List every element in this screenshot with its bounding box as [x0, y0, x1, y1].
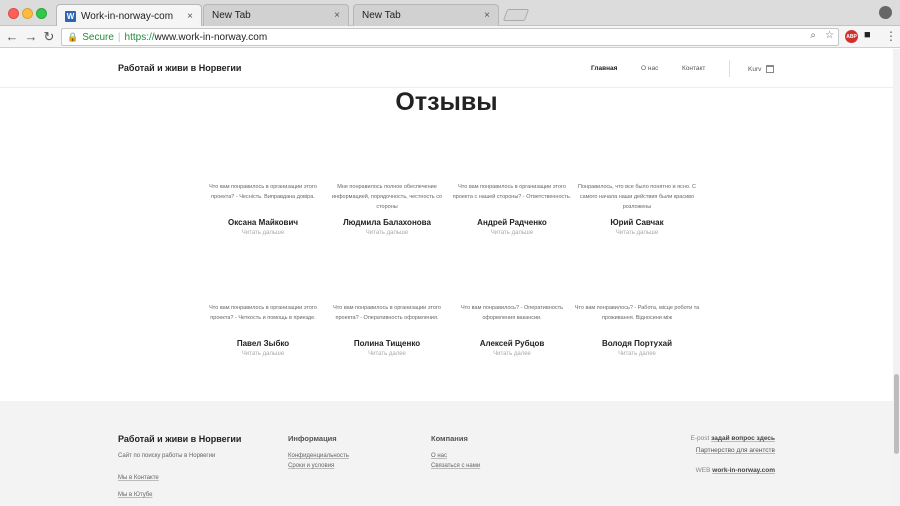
close-tab-icon[interactable]: × — [480, 10, 494, 21]
ask-question-link[interactable]: задай вопрос здесь — [711, 435, 775, 442]
close-tab-icon[interactable]: × — [183, 11, 197, 22]
review-quote: Что вам понравилось в организации этого … — [452, 184, 572, 200]
footer-brand: Работай и живи в Норвегии — [118, 434, 242, 444]
partner-link[interactable]: Партнерство для агентств — [696, 447, 775, 454]
favicon-icon: W — [65, 10, 76, 22]
secure-label: Secure — [82, 31, 114, 43]
page-scrollbar[interactable] — [893, 49, 900, 506]
site-header: Работай и живи в Норвегии Главная О нас … — [0, 49, 893, 88]
review-card: Что вам понравилось в организации этого … — [200, 303, 326, 357]
cart-label: Kurv — [748, 65, 762, 73]
url-scheme: https:// — [124, 31, 155, 43]
url-host: www.work-in-norway.com — [154, 31, 268, 43]
web-link[interactable]: work-in-norway.com — [712, 467, 775, 474]
url-separator: | — [117, 31, 121, 43]
cart-link[interactable]: Kurv — [748, 65, 775, 73]
address-bar[interactable]: 🔒 Secure | https:// www.work-in-norway.c… — [61, 28, 839, 46]
review-quote: Что вам понравилось в организации этого … — [209, 184, 317, 200]
site-footer: Работай и живи в Норвегии Сайт по поиску… — [0, 401, 893, 506]
profile-icon[interactable] — [879, 6, 892, 19]
review-author: Юрий Савчак — [610, 218, 664, 227]
review-card: Что вам понравилось? - Работа, місце роб… — [574, 303, 700, 357]
footer-link-terms[interactable]: Сроки и условия — [288, 463, 334, 469]
tab-label: Work-in-norway-com — [81, 10, 174, 22]
adblock-icon[interactable]: ABP — [845, 30, 858, 43]
read-more-link[interactable]: Читать дальше — [574, 230, 700, 236]
read-more-link[interactable]: Читать дальше — [324, 230, 450, 236]
bookmark-star-icon[interactable]: ☆ — [825, 30, 834, 41]
close-window-button[interactable] — [8, 8, 19, 19]
nav-divider — [729, 60, 730, 77]
review-card: Что вам понравилось в организации этого … — [200, 182, 326, 236]
new-tab-button[interactable] — [502, 9, 530, 21]
review-card: Что вам понравилось в организации этого … — [449, 182, 575, 236]
read-more-link[interactable]: Читать далее — [324, 351, 450, 357]
review-card: Что вам понравилось в организации этого … — [324, 303, 450, 357]
read-more-link[interactable]: Читать дальше — [449, 230, 575, 236]
web-page: Работай и живи в Норвегии Главная О нас … — [0, 49, 893, 506]
minimize-window-button[interactable] — [22, 8, 33, 19]
tab-new-tab-2[interactable]: New Tab × — [353, 4, 499, 26]
reviews-title: Отзывы — [395, 88, 498, 116]
reload-icon[interactable]: ↻ — [42, 29, 56, 45]
epost-label: E-post — [690, 435, 710, 442]
tab-new-tab-1[interactable]: New Tab × — [203, 4, 349, 26]
forward-arrow-icon[interactable]: → — [24, 29, 38, 45]
nav-contact[interactable]: Контакт — [682, 65, 705, 72]
cart-bag-icon — [766, 65, 775, 73]
footer-partner: Партнерство для агентств — [696, 447, 775, 454]
review-author: Алексей Рубцов — [479, 339, 545, 348]
review-quote: Что вам понравилось в организации этого … — [333, 305, 441, 321]
review-card: Понравилось, что все было понятно и ясно… — [574, 182, 700, 236]
review-quote: Понравилось, что все было понятно и ясно… — [578, 184, 696, 210]
review-author: Полина Тищенко — [353, 339, 421, 348]
footer-link-privacy[interactable]: Конфиденциальность — [288, 453, 349, 459]
review-quote: Что вам понравилось? - Работа, місце роб… — [574, 305, 700, 321]
footer-web: WEB work-in-norway.com — [696, 467, 775, 474]
tab-work-in-norway[interactable]: W Work-in-norway-com × — [56, 4, 202, 27]
footer-epost: E-post задай вопрос здесь — [691, 435, 776, 442]
read-more-link[interactable]: Читать далее — [449, 351, 575, 357]
footer-info-heading: Информация — [288, 434, 337, 443]
close-tab-icon[interactable]: × — [330, 10, 344, 21]
review-author: Володя Портухай — [601, 339, 673, 348]
browser-menu-icon[interactable]: ⋮ — [885, 29, 897, 43]
review-quote: Что вам понравилось в организации этого … — [209, 305, 317, 321]
footer-link-about[interactable]: О нас — [431, 453, 447, 459]
nav-home[interactable]: Главная — [591, 65, 617, 72]
footer-company-heading: Компания — [431, 434, 468, 443]
footer-link-contact[interactable]: Связаться с нами — [431, 463, 480, 469]
footer-link-youtube[interactable]: Мы в Ютубе — [118, 492, 152, 498]
review-quote: Мне понравилось полное обеспечение инфор… — [331, 184, 443, 210]
scrollbar-thumb[interactable] — [894, 374, 899, 454]
browser-toolbar: ← → ↻ 🔒 Secure | https:// www.work-in-no… — [0, 26, 900, 48]
maximize-window-button[interactable] — [36, 8, 47, 19]
review-author: Андрей Радченко — [477, 218, 547, 227]
footer-description: Сайт по поиску работы в Норвегии — [118, 453, 216, 459]
video-camera-icon[interactable]: ■ — [864, 29, 871, 41]
web-label: WEB — [695, 467, 711, 474]
browser-tabbar: W Work-in-norway-com × New Tab × New Tab… — [0, 0, 900, 27]
review-author: Людмила Балахонова — [343, 218, 431, 227]
read-more-link[interactable]: Читать дальше — [200, 230, 326, 236]
review-card: Мне понравилось полное обеспечение инфор… — [324, 182, 450, 236]
zoom-icon[interactable]: ⌕ — [810, 30, 816, 41]
nav-about[interactable]: О нас — [641, 65, 658, 72]
review-author: Павел Зыбко — [236, 339, 290, 348]
read-more-link[interactable]: Читать дальше — [200, 351, 326, 357]
footer-link-vk[interactable]: Мы в Контакте — [118, 475, 159, 481]
review-quote: Что вам понравилось? - Оперативность офо… — [460, 305, 564, 321]
tab-label: New Tab — [362, 10, 401, 21]
tab-label: New Tab — [212, 10, 251, 21]
site-brand[interactable]: Работай и живи в Норвегии — [118, 63, 241, 73]
read-more-link[interactable]: Читать далее — [574, 351, 700, 357]
lock-icon: 🔒 — [67, 31, 79, 42]
review-author: Оксана Майкович — [227, 218, 298, 227]
review-card: Что вам понравилось? - Оперативность офо… — [449, 303, 575, 357]
back-arrow-icon[interactable]: ← — [5, 29, 19, 45]
